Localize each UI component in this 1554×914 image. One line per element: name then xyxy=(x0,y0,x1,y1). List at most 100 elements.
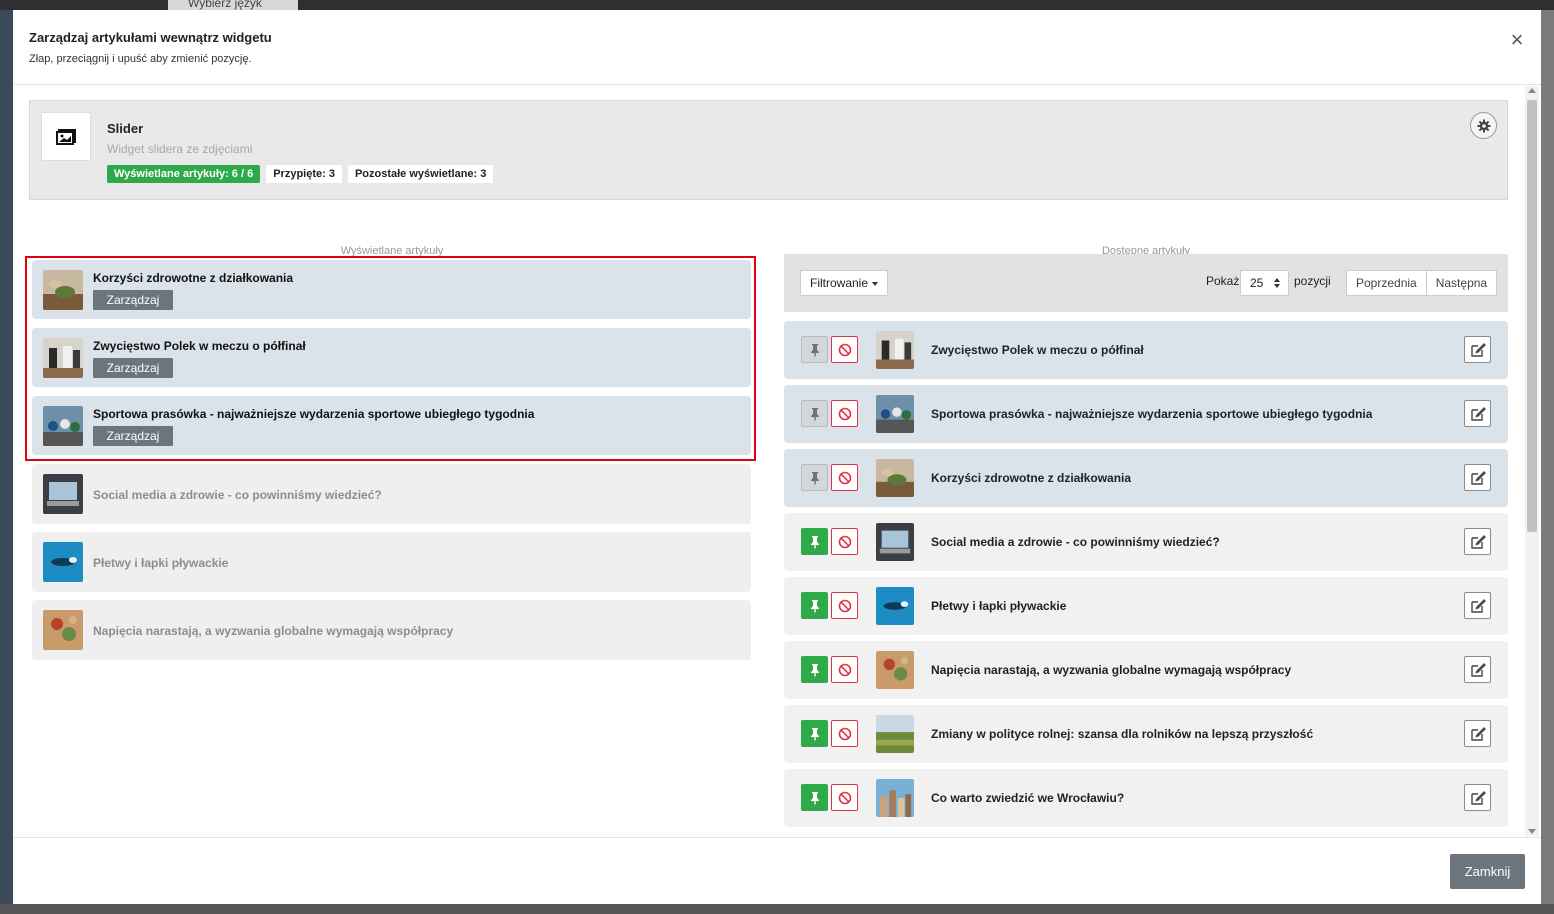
language-selector[interactable]: Wybierz język xyxy=(168,0,298,10)
modal-scrollbar[interactable] xyxy=(1525,86,1539,836)
displayed-article-item[interactable]: Social media a zdrowie - co powinniśmy w… xyxy=(32,464,751,524)
edit-icon[interactable] xyxy=(1464,528,1491,555)
filter-dropdown[interactable]: Filtrowanie xyxy=(800,270,888,296)
available-article-item: Zwycięstwo Polek w meczu o półfinał xyxy=(784,321,1508,379)
article-thumbnail xyxy=(43,542,83,582)
article-title: Płetwy i łapki pływackie xyxy=(931,599,1067,613)
edit-icon[interactable] xyxy=(1464,464,1491,491)
article-thumbnail xyxy=(876,395,914,433)
block-icon[interactable] xyxy=(831,528,858,555)
displayed-articles-heading: Wyświetlane artykuły xyxy=(340,245,444,257)
article-thumbnail xyxy=(43,474,83,514)
page-size-value: 25 xyxy=(1250,276,1264,290)
filter-label: Filtrowanie xyxy=(810,276,869,290)
article-thumbnail xyxy=(43,270,83,310)
displayed-article-item[interactable]: Napięcia narastają, a wyzwania globalne … xyxy=(32,600,751,660)
close-icon[interactable]: × xyxy=(1507,29,1527,51)
background-bottom xyxy=(0,904,1554,914)
block-icon[interactable] xyxy=(831,592,858,619)
scroll-down-icon[interactable] xyxy=(1528,829,1536,834)
show-label: Pokaż xyxy=(1206,274,1240,288)
block-icon[interactable] xyxy=(831,464,858,491)
article-title: Zmiany w polityce rolnej: szansa dla rol… xyxy=(931,727,1314,741)
background-right-panel xyxy=(1541,10,1554,914)
widget-name: Slider xyxy=(107,121,144,136)
block-icon[interactable] xyxy=(831,656,858,683)
edit-icon[interactable] xyxy=(1464,400,1491,427)
available-article-item: Co warto zwiedzić we Wrocławiu? xyxy=(784,769,1508,827)
article-title: Co warto zwiedzić we Wrocławiu? xyxy=(931,791,1125,805)
scroll-up-icon[interactable] xyxy=(1528,88,1536,93)
article-thumbnail xyxy=(43,338,83,378)
displayed-article-item[interactable]: Korzyści zdrowotne z działkowania Zarządz… xyxy=(32,260,751,319)
article-thumbnail xyxy=(876,587,914,625)
article-title: Sportowa prasówka - najważniejsze wydarz… xyxy=(931,407,1373,421)
previous-page-button[interactable]: Poprzednia xyxy=(1346,270,1427,296)
background-left-panel xyxy=(0,10,13,914)
article-title: Napięcia narastają, a wyzwania globalne … xyxy=(931,663,1292,677)
available-article-item: Social media a zdrowie - co powinniśmy w… xyxy=(784,513,1508,571)
pin-icon[interactable] xyxy=(801,720,828,747)
available-articles-toolbar: Filtrowanie Pokaż 25 pozycji Poprzednia … xyxy=(784,254,1508,312)
article-thumbnail xyxy=(876,331,914,369)
pinned-count-badge: Przypięte: 3 xyxy=(266,165,342,183)
available-article-item: Napięcia narastają, a wyzwania globalne … xyxy=(784,641,1508,699)
caret-down-icon xyxy=(872,282,878,286)
edit-icon[interactable] xyxy=(1464,336,1491,363)
block-icon[interactable] xyxy=(831,400,858,427)
article-title: Korzyści zdrowotne z działkowania xyxy=(931,471,1132,485)
block-icon[interactable] xyxy=(831,336,858,363)
article-title: Zwycięstwo Polek w meczu o półfinał xyxy=(931,343,1144,357)
displayed-article-item[interactable]: Płetwy i łapki pływackie xyxy=(32,532,751,592)
widget-badges: Wyświetlane artykuły: 6 / 6 Przypięte: 3… xyxy=(107,165,494,183)
article-title: Social media a zdrowie - co powinniśmy w… xyxy=(93,488,382,502)
edit-icon[interactable] xyxy=(1464,592,1491,619)
block-icon[interactable] xyxy=(831,720,858,747)
article-thumbnail xyxy=(43,406,83,446)
article-title: Płetwy i łapki pływackie xyxy=(93,556,229,570)
modal-subtitle: Złap, przeciągnij i upuść aby zmienić po… xyxy=(29,53,252,65)
article-title: Social media a zdrowie - co powinniśmy w… xyxy=(931,535,1220,549)
scrollbar-thumb[interactable] xyxy=(1527,100,1537,532)
available-article-item: Płetwy i łapki pływackie xyxy=(784,577,1508,635)
pin-icon[interactable] xyxy=(801,336,828,363)
article-thumbnail xyxy=(876,523,914,561)
pin-icon[interactable] xyxy=(801,784,828,811)
pin-icon[interactable] xyxy=(801,464,828,491)
displayed-article-item[interactable]: Zwycięstwo Polek w meczu o półfinał Zarzą… xyxy=(32,328,751,387)
modal-footer: Zamknij xyxy=(13,837,1541,904)
displayed-article-item[interactable]: Sportowa prasówka - najważniejsze wydarz… xyxy=(32,396,751,455)
modal-header: Zarządzaj artykułami wewnątrz widgetu Zł… xyxy=(13,10,1541,85)
close-button[interactable]: Zamknij xyxy=(1450,854,1525,889)
article-title: Zwycięstwo Polek w meczu o półfinał xyxy=(93,339,306,353)
article-title: Korzyści zdrowotne z działkowania xyxy=(93,271,294,285)
modal-body: Slider Widget slidera ze zdjęciami Wyświ… xyxy=(13,86,1523,836)
article-thumbnail xyxy=(43,610,83,650)
pagination: Poprzednia Następna xyxy=(1346,270,1498,296)
page-size-select[interactable]: 25 xyxy=(1240,270,1289,296)
article-title: Napięcia narastają, a wyzwania globalne … xyxy=(93,624,454,638)
pin-icon[interactable] xyxy=(801,656,828,683)
manage-button[interactable]: Zarządzaj xyxy=(93,290,173,310)
edit-icon[interactable] xyxy=(1464,784,1491,811)
article-title: Sportowa prasówka - najważniejsze wydarz… xyxy=(93,407,535,421)
pin-icon[interactable] xyxy=(801,528,828,555)
manage-button[interactable]: Zarządzaj xyxy=(93,426,173,446)
next-page-button[interactable]: Następna xyxy=(1426,270,1498,296)
widget-description: Widget slidera ze zdjęciami xyxy=(107,142,253,156)
widget-info-panel: Slider Widget slidera ze zdjęciami Wyświ… xyxy=(29,100,1508,200)
edit-icon[interactable] xyxy=(1464,656,1491,683)
pin-icon[interactable] xyxy=(801,592,828,619)
pin-icon[interactable] xyxy=(801,400,828,427)
available-article-item: Zmiany w polityce rolnej: szansa dla rol… xyxy=(784,705,1508,763)
block-icon[interactable] xyxy=(831,784,858,811)
article-thumbnail xyxy=(876,715,914,753)
article-thumbnail xyxy=(876,459,914,497)
manage-articles-modal: Zarządzaj artykułami wewnątrz widgetu Zł… xyxy=(13,10,1541,904)
manage-button[interactable]: Zarządzaj xyxy=(93,358,173,378)
displayed-count-badge: Wyświetlane artykuły: 6 / 6 xyxy=(107,165,261,183)
edit-icon[interactable] xyxy=(1464,720,1491,747)
available-article-item: Korzyści zdrowotne z działkowania xyxy=(784,449,1508,507)
positions-label: pozycji xyxy=(1294,274,1331,288)
gear-icon[interactable] xyxy=(1470,112,1497,139)
